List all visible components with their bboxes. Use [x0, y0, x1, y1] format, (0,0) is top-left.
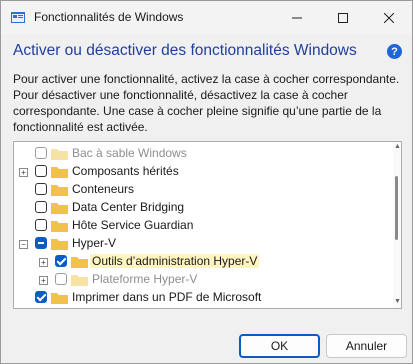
dialog-window: Fonctionnalités de Windows Activer ou dé…: [0, 0, 413, 364]
tree-item-conteneurs[interactable]: Conteneurs: [14, 181, 384, 199]
expand-icon[interactable]: +: [39, 258, 48, 267]
tree-item-label: Composants hérités: [72, 164, 179, 178]
windows-features-icon: [11, 12, 25, 23]
expand-icon[interactable]: +: [39, 276, 48, 285]
checkbox[interactable]: [35, 201, 47, 213]
tree-item-composants-herites[interactable]: + Composants hérités: [14, 163, 384, 181]
tree-item-label: Conteneurs: [72, 182, 135, 196]
checkbox[interactable]: [35, 165, 47, 177]
title-bar: Fonctionnalités de Windows: [1, 1, 412, 34]
folder-icon: [51, 203, 68, 214]
folder-icon: [71, 257, 88, 268]
tree-item-plateforme-hyper-v[interactable]: + Plateforme Hyper-V: [14, 271, 384, 289]
expand-icon[interactable]: +: [19, 168, 28, 177]
checkbox[interactable]: [35, 237, 47, 249]
checkbox[interactable]: [35, 219, 47, 231]
tree-item-label: Hôte Service Guardian: [72, 218, 194, 232]
folder-icon: [51, 221, 68, 232]
tree-item-label: Imprimer dans un PDF de Microsoft: [72, 290, 262, 304]
tree-item-label: Hyper-V: [72, 236, 117, 250]
instructions-line: fonctionnalité est activée.: [13, 120, 148, 134]
features-tree[interactable]: Bac à sable Windows + Composants hérités…: [13, 141, 402, 309]
maximize-button[interactable]: [320, 1, 366, 34]
minimize-button[interactable]: [274, 1, 320, 34]
checkbox[interactable]: [35, 147, 47, 159]
vertical-scrollbar[interactable]: ▲ ▼: [393, 142, 401, 308]
folder-icon: [71, 275, 88, 286]
maximize-icon: [338, 12, 348, 23]
tree-item-hote-service-guardian[interactable]: Hôte Service Guardian: [14, 217, 384, 235]
tree-item-label: Bac à sable Windows: [72, 146, 187, 160]
folder-icon: [51, 293, 68, 304]
minimize-icon: [292, 17, 302, 18]
checkbox[interactable]: [35, 183, 47, 195]
checkbox[interactable]: [35, 291, 47, 303]
instructions-line: Pour désactiver une fonctionnalité, désa…: [13, 88, 348, 102]
checkbox[interactable]: [55, 255, 67, 267]
instructions-text: Pour activer une fonctionnalité, activez…: [13, 71, 408, 135]
close-button[interactable]: [366, 1, 412, 34]
scrollbar-thumb[interactable]: [395, 176, 398, 240]
page-title: Activer ou désactiver des fonctionnalité…: [13, 42, 357, 59]
collapse-icon[interactable]: −: [19, 240, 28, 249]
instructions-line: correspondante. Une case à cocher pleine…: [13, 104, 382, 118]
tree-item-label: Outils d’administration Hyper-V: [90, 254, 260, 268]
tree-item-label: Data Center Bridging: [72, 200, 185, 214]
tree-item-imprimer-pdf[interactable]: Imprimer dans un PDF de Microsoft: [14, 289, 384, 307]
ok-button[interactable]: OK: [239, 334, 320, 358]
instructions-line: Pour activer une fonctionnalité, activez…: [13, 72, 400, 86]
scroll-down-icon[interactable]: ▼: [394, 298, 401, 305]
folder-icon: [51, 239, 68, 250]
tree-item-data-center-bridging[interactable]: Data Center Bridging: [14, 199, 384, 217]
window-title: Fonctionnalités de Windows: [34, 10, 184, 24]
tree-item-bac-a-sable[interactable]: Bac à sable Windows: [14, 145, 384, 163]
close-icon: [384, 12, 394, 23]
tree-item-label: Plateforme Hyper-V: [92, 272, 198, 286]
checkbox[interactable]: [55, 273, 67, 285]
tree-item-hyper-v[interactable]: − Hyper-V: [14, 235, 384, 253]
folder-icon: [51, 167, 68, 178]
folder-icon: [51, 149, 68, 160]
help-icon[interactable]: ?: [387, 44, 402, 59]
folder-icon: [51, 185, 68, 196]
scroll-up-icon[interactable]: ▲: [394, 143, 401, 150]
tree-item-outils-administration-hyper-v[interactable]: + Outils d’administration Hyper-V: [14, 253, 384, 271]
cancel-button[interactable]: Annuler: [326, 334, 407, 358]
